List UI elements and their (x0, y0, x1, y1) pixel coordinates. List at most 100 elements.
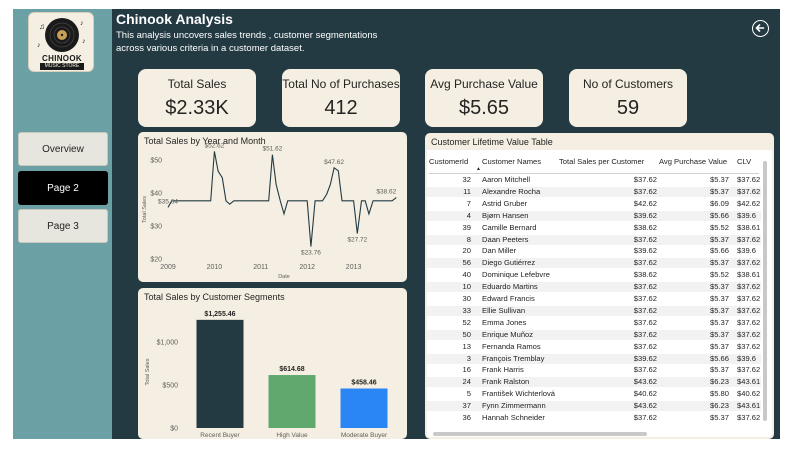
data-label: $52.62 (204, 142, 224, 149)
kpi-label: No of Customers (582, 77, 674, 91)
bar-chart-panel[interactable]: Total Sales by Customer Segments $0 $500 $… (138, 288, 407, 439)
data-label: $35.64 (158, 198, 178, 205)
table-cell: $5.37 (709, 186, 729, 196)
y-axis-title: Total Sales (145, 358, 151, 385)
table-cell: $39.62 (633, 210, 657, 220)
table-cell: 24 (462, 377, 471, 387)
table-cell: $5.37 (709, 365, 729, 375)
table-cell: $37.62 (633, 317, 657, 327)
line-chart-panel[interactable]: Total Sales by Year and Month $20 $30 $40 $… (138, 132, 407, 282)
sidebar: ♫ ♪ ♪ ♪ CHINOOK MUSIC STORE Overview Pag… (13, 9, 112, 439)
table-cell: $43.62 (633, 401, 657, 411)
back-button[interactable] (752, 20, 769, 37)
table-row[interactable]: 30 Edward Francis $37.62 $5.37 $37.62 (427, 294, 761, 304)
bar (196, 319, 244, 428)
table-cell: 32 (462, 175, 471, 184)
kpi-value: 59 (616, 97, 640, 119)
table-row[interactable]: 32 Aaron Mitchell $37.62 $5.37 $37.62 (427, 175, 761, 185)
nav-page3-button[interactable]: Page 3 (18, 209, 108, 243)
table-cell: 39 (462, 222, 471, 232)
table-cell: $37.62 (737, 305, 761, 315)
horizontal-scrollbar[interactable] (433, 432, 647, 436)
table-cell: Fynn Zimmermann (482, 401, 546, 411)
nav-page2-button[interactable]: Page 2 (18, 171, 108, 205)
data-label: $51.62 (262, 146, 282, 153)
table-cell: $5.80 (709, 389, 729, 399)
table-cell: $37.62 (633, 234, 657, 244)
clv-table-panel[interactable]: Customer Lifetime Value Table CustomerId… (425, 133, 774, 439)
table-cell: Daan Peeters (482, 234, 529, 244)
table-row[interactable]: 7 Astrid Gruber $42.62 $6.09 $42.62 (427, 199, 761, 209)
table-row[interactable]: 13 Fernanda Ramos $37.62 $5.37 $37.62 (427, 342, 761, 352)
y-tick-label: $50 (150, 158, 162, 165)
bar (340, 388, 388, 428)
data-label: $38.62 (376, 189, 396, 196)
table-cell: $40.62 (737, 389, 761, 399)
table-cell: 30 (462, 294, 471, 303)
column-header[interactable]: CustomerId (429, 157, 473, 167)
table-cell: 37 (462, 401, 471, 411)
x-axis-title: Date (278, 274, 290, 280)
y-tick-label: $20 (150, 257, 162, 264)
svg-text:♫: ♫ (39, 22, 45, 31)
table-row[interactable]: 24 Frank Ralston $43.62 $6.23 $43.61 (427, 377, 761, 388)
column-header[interactable]: Avg Purchase Value (659, 157, 729, 167)
table-row[interactable]: 37 Fynn Zimmermann $43.62 $6.23 $43.61 (427, 401, 761, 412)
table-row[interactable]: 40 Dominique Lefebvre $38.62 $5.52 $38.61 (427, 270, 761, 280)
table-row[interactable]: 20 Dan Miller $39.62 $5.66 $39.6 (427, 246, 761, 256)
logo-subtext: MUSIC STORE (40, 63, 84, 70)
table-row[interactable]: 50 Enrique Muñoz $37.62 $5.37 $37.62 (427, 329, 761, 340)
table-row[interactable]: 8 Daan Peeters $37.62 $5.37 $37.62 (427, 234, 761, 245)
table-row[interactable]: 5 František Wichterlová $40.62 $5.80 $40.62 (427, 389, 761, 399)
table-row[interactable]: 4 Bjørn Hansen $39.62 $5.66 $39.6 (427, 210, 761, 221)
table-row[interactable]: 39 Camille Bernard $38.62 $5.52 $38.61 (427, 223, 761, 233)
table-row[interactable]: 56 Diego Gutiérrez $37.62 $5.37 $37.62 (427, 258, 761, 269)
table-row[interactable]: 52 Emma Jones $37.62 $5.37 $37.62 (427, 318, 761, 328)
column-header[interactable]: Customer Names (482, 157, 564, 167)
table-row[interactable]: 36 Hannah Schneider $37.62 $5.37 $37.62 (427, 413, 761, 423)
table-cell: $5.66 (709, 246, 729, 256)
table-cell: $37.62 (737, 413, 761, 422)
data-label: $458.46 (351, 380, 376, 387)
page-title: Chinook Analysis (116, 11, 233, 27)
table-cell: Bjørn Hansen (482, 210, 529, 220)
y-tick-label: $500 (162, 382, 178, 389)
column-header[interactable]: Total Sales per Customer (559, 157, 661, 167)
data-label: $1,255.46 (204, 311, 235, 318)
table-cell: $39.62 (633, 353, 657, 363)
table-cell: Dan Miller (482, 246, 517, 256)
x-tick-label: Recent Buyer (200, 432, 240, 439)
table-cell: Camille Bernard (482, 222, 537, 232)
nav-overview-button[interactable]: Overview (18, 132, 108, 166)
kpi-value: $2.33K (165, 97, 229, 119)
table-row[interactable]: 10 Eduardo Martins $37.62 $5.37 $37.62 (427, 282, 761, 293)
table-cell: $5.37 (709, 175, 729, 184)
table-cell: $6.09 (709, 198, 729, 208)
table-cell: Frank Harris (482, 365, 524, 375)
table-cell: 16 (462, 365, 471, 375)
table-cell: $38.61 (737, 270, 761, 280)
table-row[interactable]: 11 Alexandre Rocha $37.62 $5.37 $37.62 (427, 186, 761, 197)
data-label: $47.62 (324, 159, 344, 166)
table-cell: $5.37 (709, 294, 729, 303)
table-cell: 40 (462, 270, 471, 280)
table-row[interactable]: 3 François Tremblay $39.62 $5.66 $39.6 (427, 353, 761, 364)
table-cell: 33 (462, 305, 471, 315)
table-row[interactable]: 33 Ellie Sullivan $37.62 $5.37 $37.62 (427, 305, 761, 316)
table-cell: $37.62 (633, 258, 657, 268)
table-cell: František Wichterlová (482, 389, 556, 399)
table-cell: $5.66 (709, 210, 729, 220)
vertical-scrollbar[interactable] (763, 161, 767, 421)
table-cell: 13 (462, 341, 471, 351)
table-cell: Diego Gutiérrez (482, 258, 536, 268)
table-cell: $37.62 (737, 341, 761, 351)
table-row[interactable]: 16 Frank Harris $37.62 $5.37 $37.62 (427, 365, 761, 375)
column-header[interactable]: CLV (737, 157, 763, 167)
y-tick-label: $0 (170, 426, 178, 433)
table-cell: Astrid Gruber (482, 198, 528, 208)
y-tick-label: $1,000 (157, 339, 179, 346)
table-cell: $5.37 (709, 329, 729, 339)
table-cell: Aaron Mitchell (482, 175, 531, 184)
report-canvas: ♫ ♪ ♪ ♪ CHINOOK MUSIC STORE Overview Pag… (13, 9, 780, 439)
table-cell: $37.62 (737, 282, 761, 292)
